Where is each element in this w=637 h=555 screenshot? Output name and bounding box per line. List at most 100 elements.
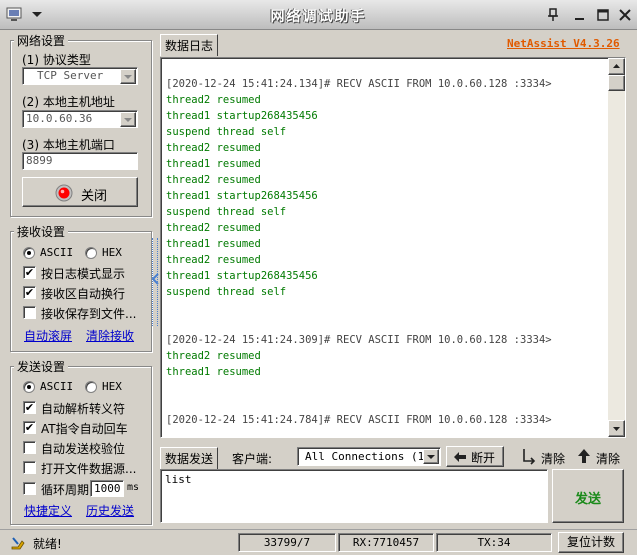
tab-data-send[interactable]: 数据发送 <box>160 447 219 469</box>
log-line: thread1 startup268435456 <box>166 110 318 122</box>
port-value: 8899 <box>26 154 53 167</box>
client-select[interactable]: All Connections (1) <box>297 447 441 466</box>
close-connection-button[interactable]: 关闭 <box>22 177 138 207</box>
status-ready: 就绪! <box>33 537 62 551</box>
receive-ascii-label: ASCII <box>40 246 74 259</box>
log-line: suspend thread self <box>166 126 287 138</box>
send-button-label: 发送 <box>575 492 602 507</box>
clear-send-label[interactable]: 清除 <box>541 450 565 467</box>
log-line: thread2 resumed <box>166 174 261 186</box>
cycle-checkbox[interactable] <box>23 482 36 495</box>
escape-label: 自动解析转义符 <box>41 402 126 416</box>
protocol-label: (1) 协议类型 <box>22 53 91 67</box>
log-line: thread1 startup268435456 <box>166 270 318 282</box>
disconnect-label: 断开 <box>471 451 496 465</box>
status-counter-box: 33799/7 <box>238 533 336 552</box>
log-line: thread2 resumed <box>166 254 261 266</box>
network-settings-title: 网络设置 <box>14 32 69 49</box>
status-rx: RX:7710457 <box>352 536 420 549</box>
log-mode-checkbox[interactable]: ✔ <box>23 266 36 279</box>
protocol-select[interactable]: TCP Server <box>22 67 138 85</box>
escape-checkbox[interactable]: ✔ <box>23 401 36 414</box>
send-hex-label: HEX <box>102 380 122 393</box>
log-header-line: [2020-12-24 15:41:24.309]# RECV ASCII FR… <box>166 334 552 346</box>
send-input[interactable]: list <box>160 469 548 523</box>
receive-hex-radio[interactable] <box>85 247 97 259</box>
send-hex-radio[interactable] <box>85 381 97 393</box>
open-file-checkbox[interactable] <box>23 461 36 474</box>
arrow-left-icon <box>453 451 467 463</box>
host-value: 10.0.60.36 <box>26 112 93 125</box>
send-ascii-radio[interactable] <box>23 381 35 393</box>
save-to-file-label: 接收保存到文件... <box>41 307 137 321</box>
receive-hex-label: HEX <box>102 246 122 259</box>
auto-scroll-link[interactable]: 自动滚屏 <box>24 327 72 344</box>
cycle-unit: ms <box>127 482 140 493</box>
port-input[interactable]: 8899 <box>22 152 138 170</box>
port-label: (3) 本地主机端口 <box>22 138 115 152</box>
status-icon <box>10 535 26 551</box>
log-line: thread1 startup268435456 <box>166 190 318 202</box>
clear-all-icon[interactable] <box>575 447 593 465</box>
send-input-value: list <box>165 473 192 486</box>
status-led-icon <box>55 184 73 202</box>
host-label: (2) 本地主机地址 <box>22 95 115 109</box>
log-line: thread2 resumed <box>166 142 261 154</box>
close-icon[interactable] <box>617 7 633 23</box>
log-header-line: [2020-12-24 15:41:24.134]# RECV ASCII FR… <box>166 78 552 90</box>
client-label: 客户端: <box>232 452 273 466</box>
tab-data-log-label: 数据日志 <box>165 39 214 53</box>
clear-all-label[interactable]: 清除 <box>596 450 620 467</box>
protocol-value: TCP Server <box>37 69 104 82</box>
auto-wrap-checkbox[interactable]: ✔ <box>23 286 36 299</box>
panel-splitter[interactable] <box>151 238 159 326</box>
menu-dropdown-icon[interactable] <box>30 7 44 21</box>
checksum-checkbox[interactable] <box>23 441 36 454</box>
log-header-line: [2020-12-24 15:41:24.784]# RECV ASCII FR… <box>166 414 552 426</box>
send-ascii-label: ASCII <box>40 380 74 393</box>
close-connection-label: 关闭 <box>81 189 108 204</box>
host-select[interactable]: 10.0.60.36 <box>22 110 138 128</box>
tab-data-log[interactable]: 数据日志 <box>160 34 219 56</box>
cycle-value: 1000 <box>94 482 121 495</box>
clear-receive-link[interactable]: 清除接收 <box>86 327 134 344</box>
at-return-checkbox[interactable]: ✔ <box>23 421 36 434</box>
maximize-icon[interactable] <box>595 7 611 23</box>
app-icon[interactable] <box>6 6 24 22</box>
chevron-down-icon[interactable] <box>120 112 136 127</box>
auto-wrap-label: 接收区自动换行 <box>41 287 126 301</box>
log-line: thread1 resumed <box>166 238 261 250</box>
reset-counter-button[interactable]: 复位计数 <box>558 532 624 553</box>
clear-send-icon[interactable] <box>520 447 538 465</box>
disconnect-button[interactable]: 断开 <box>446 446 504 467</box>
log-line: thread2 resumed <box>166 94 261 106</box>
history-send-link[interactable]: 历史发送 <box>86 502 134 519</box>
tab-data-send-label: 数据发送 <box>165 452 214 466</box>
scroll-down-icon[interactable] <box>608 420 625 437</box>
cycle-label: 循环周期 <box>41 483 90 497</box>
chevron-down-icon[interactable] <box>423 449 439 464</box>
scroll-up-icon[interactable] <box>608 58 625 75</box>
status-bar: 就绪! 33799/7 RX:7710457 TX:34 复位计数 <box>0 529 637 555</box>
log-scrollbar[interactable] <box>608 58 625 437</box>
minimize-icon[interactable] <box>572 7 588 23</box>
brand-link[interactable]: NetAssist V4.3.26 <box>507 37 620 50</box>
send-settings-title: 发送设置 <box>14 358 69 375</box>
chevron-down-icon[interactable] <box>120 69 136 84</box>
reset-counter-label: 复位计数 <box>566 535 615 549</box>
shortcut-define-link[interactable]: 快捷定义 <box>24 502 72 519</box>
title-bar[interactable]: 网络调试助手 <box>0 0 637 30</box>
receive-ascii-radio[interactable] <box>23 247 35 259</box>
cycle-input[interactable]: 1000 <box>90 480 124 497</box>
status-tx: TX:34 <box>477 536 511 549</box>
save-to-file-checkbox[interactable] <box>23 306 36 319</box>
log-view[interactable]: [2020-12-24 15:41:24.134]# RECV ASCII FR… <box>160 57 626 438</box>
scroll-thumb[interactable] <box>608 75 625 91</box>
pin-icon[interactable] <box>546 7 562 23</box>
client-select-value: All Connections (1) <box>305 450 431 463</box>
send-button[interactable]: 发送 <box>552 469 624 523</box>
